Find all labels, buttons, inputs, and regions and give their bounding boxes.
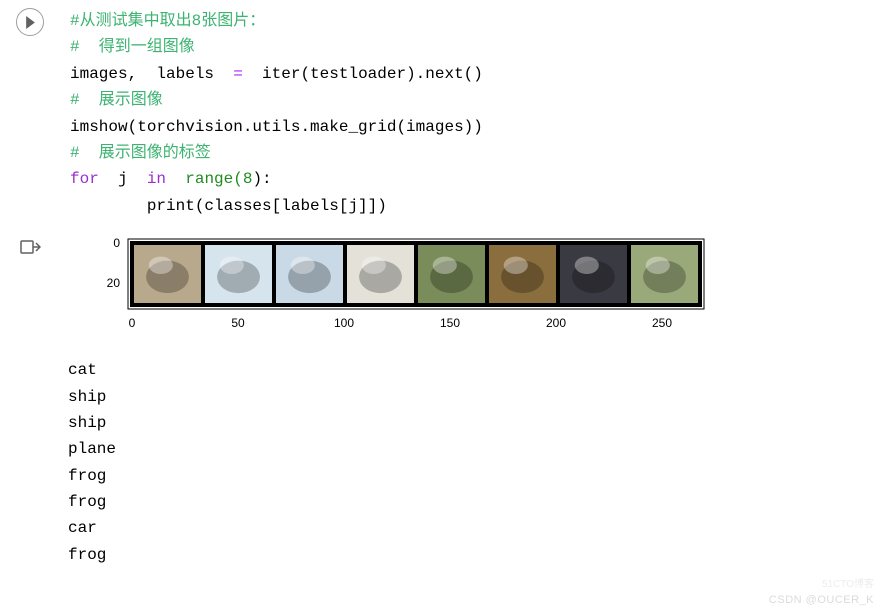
- code-gutter: [0, 0, 60, 227]
- code-text: images, labels: [70, 65, 233, 83]
- code-text: print(classes[labels[j]]): [70, 197, 387, 215]
- x-tick: 200: [546, 316, 566, 330]
- output-gutter: [0, 227, 60, 576]
- x-tick: 100: [334, 316, 354, 330]
- output-line: car: [68, 515, 874, 541]
- run-button[interactable]: [16, 8, 44, 36]
- output-cell: 0 20 0 50 100 150 200 250: [0, 227, 884, 576]
- x-tick: 150: [440, 316, 460, 330]
- number: 8: [243, 170, 253, 188]
- thumbnail: [134, 245, 201, 303]
- output-line: ship: [68, 384, 874, 410]
- comment: # 展示图像的标签: [70, 144, 211, 162]
- code-text: imshow(torchvision.utils.make_grid(image…: [70, 118, 483, 136]
- code-cell: #从测试集中取出8张图片： # 得到一组图像 images, labels = …: [0, 0, 884, 227]
- x-tick: 250: [652, 316, 672, 330]
- comment: # 展示图像: [70, 91, 163, 109]
- code-text: ):: [252, 170, 271, 188]
- code-text: range(: [166, 170, 243, 188]
- code-content[interactable]: #从测试集中取出8张图片： # 得到一组图像 images, labels = …: [60, 0, 884, 227]
- thumbnail: [631, 245, 698, 303]
- output-line: cat: [68, 357, 874, 383]
- output-line: frog: [68, 489, 874, 515]
- y-tick: 20: [107, 276, 121, 290]
- x-tick: 50: [231, 316, 245, 330]
- output-text: catshipshipplanefrogfrogcarfrog: [68, 357, 874, 568]
- watermark-small: 51CTO博客: [822, 575, 874, 590]
- keyword-for: for: [70, 170, 99, 188]
- output-line: plane: [68, 436, 874, 462]
- code-text: iter(testloader).next(): [243, 65, 483, 83]
- comment: # 得到一组图像: [70, 38, 195, 56]
- thumbnail: [489, 245, 556, 303]
- thumbnail: [418, 245, 485, 303]
- thumbnail: [560, 245, 627, 303]
- plot-svg: 0 20 0 50 100 150 200 250: [90, 231, 730, 347]
- image-grid-plot: 0 20 0 50 100 150 200 250: [90, 231, 874, 347]
- thumbnail: [276, 245, 343, 303]
- output-content: 0 20 0 50 100 150 200 250: [60, 227, 884, 576]
- output-line: ship: [68, 410, 874, 436]
- watermark: CSDN @OUCER_K: [769, 594, 874, 606]
- y-tick: 0: [113, 236, 120, 250]
- code-text: j: [99, 170, 147, 188]
- output-line: frog: [68, 463, 874, 489]
- output-line: frog: [68, 542, 874, 568]
- output-icon[interactable]: [16, 235, 44, 259]
- comment: #从测试集中取出8张图片：: [70, 12, 265, 30]
- thumbnail: [347, 245, 414, 303]
- keyword-in: in: [147, 170, 166, 188]
- play-icon: [25, 16, 36, 29]
- thumbnail: [205, 245, 272, 303]
- x-tick: 0: [129, 316, 136, 330]
- operator: =: [233, 65, 243, 83]
